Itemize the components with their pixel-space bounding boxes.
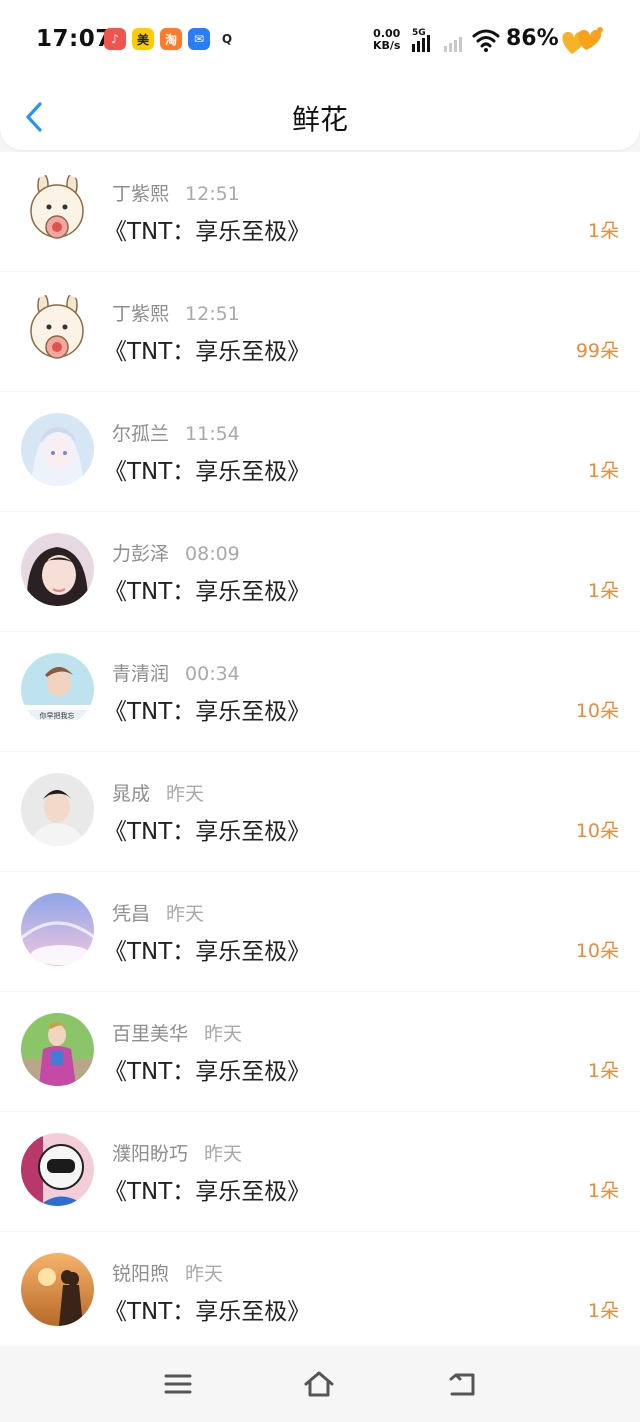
flower-count: 10朵 [575,700,619,722]
avatar[interactable] [21,413,94,486]
list-item[interactable]: 百里美华 昨天《TNT：享乐至极》 1朵 [0,992,640,1111]
flower-count: 10朵 [575,820,619,842]
status-bar: 17:07 ♪ 美淘 ✉ Q 0.00 KB/s 5G 86% [0,0,640,84]
net-speed-unit: KB/s [373,39,401,52]
list-item[interactable]: 晁成 昨天《TNT：享乐至极》 10朵 [0,752,640,871]
avatar[interactable] [21,533,94,606]
sender-name: 力彭泽 [112,543,170,565]
gift-title: 《TNT：享乐至极》 [104,819,311,845]
flower-count: 1朵 [587,580,619,602]
notification-icons: ♪ 美淘 ✉ Q [104,28,238,50]
battery-level: 86% [506,26,559,51]
sender-line: 力彭泽 08:09 [112,539,240,566]
sender-name: 百里美华 [112,1023,189,1045]
avatar[interactable] [21,1133,94,1206]
gift-title: 《TNT：享乐至极》 [104,939,311,965]
douyin-icon: ♪ [104,28,126,50]
gift-title: 《TNT：享乐至极》 [104,1179,311,1205]
sender-name: 锐阳煦 [112,1263,170,1285]
sender-line: 锐阳煦 昨天 [112,1259,223,1286]
avatar[interactable] [21,893,94,966]
sender-line: 百里美华 昨天 [112,1019,242,1046]
list-item[interactable]: 锐阳煦 昨天《TNT：享乐至极》 1朵 [0,1232,640,1351]
gift-title: 《TNT：享乐至极》 [104,339,311,365]
flower-record-list: 丁紫熙 12:51 《TNT：享乐至极》 1朵 丁紫熙 12:51 《TNT：享乐至极》 99… [0,152,640,1352]
send-time: 12:51 [185,183,240,205]
list-item[interactable]: 你早把我忘 青清润 00:34 《TNT：享乐至极》 10朵 [0,632,640,751]
send-time: 昨天 [204,1023,243,1045]
send-time: 11:54 [185,423,240,445]
list-item[interactable]: 濮阳盼巧 昨天《TNT：享乐至极》 1朵 [0,1112,640,1231]
gift-title: 《TNT：享乐至极》 [104,1299,311,1325]
signal-strength-icon [412,30,430,52]
send-time: 昨天 [185,1263,224,1285]
list-item[interactable]: 丁紫熙 12:51 《TNT：享乐至极》 1朵 [0,152,640,271]
sender-name: 丁紫熙 [112,183,170,205]
send-time: 08:09 [185,543,240,565]
taobao-icon: 淘 [160,28,182,50]
sender-line: 尔孤兰 11:54 [112,419,240,446]
system-navigation-bar [0,1346,640,1422]
gift-title: 《TNT：享乐至极》 [104,1059,311,1085]
sender-line: 丁紫熙 12:51 [112,299,240,326]
sender-name: 晁成 [112,783,151,805]
back-nav-icon[interactable] [446,1368,478,1400]
gift-title: 《TNT：享乐至极》 [104,699,311,725]
flower-count: 1朵 [587,460,619,482]
gift-title: 《TNT：享乐至极》 [104,219,311,245]
send-time: 昨天 [204,1143,243,1165]
list-item[interactable]: 尔孤兰 11:54 《TNT：享乐至极》 1朵 [0,392,640,511]
send-time: 12:51 [185,303,240,325]
status-time: 17:07 [36,26,112,52]
sender-line: 濮阳盼巧 昨天 [112,1139,242,1166]
avatar[interactable] [21,1253,94,1326]
sender-line: 丁紫熙 12:51 [112,179,240,206]
send-time: 00:34 [185,663,240,685]
sender-name: 尔孤兰 [112,423,170,445]
gift-title: 《TNT：享乐至极》 [104,459,311,485]
send-time: 昨天 [166,783,205,805]
flower-count: 1朵 [587,1060,619,1082]
signal-strength-secondary-icon [444,30,462,52]
avatar[interactable] [21,173,94,246]
qq-icon: Q [216,28,238,50]
wifi-icon [472,29,500,52]
net-speed: 0.00 KB/s [373,28,400,52]
avatar[interactable] [21,1013,94,1086]
avatar[interactable] [21,773,94,846]
gift-title: 《TNT：享乐至极》 [104,579,311,605]
meituan-icon: 美 [132,28,154,50]
sender-name: 凭昌 [112,903,151,925]
flower-count: 1朵 [587,220,619,242]
flower-count: 99朵 [575,340,619,362]
header-bar: 鲜花 [0,84,640,150]
list-item[interactable]: 丁紫熙 12:51 《TNT：享乐至极》 99朵 [0,272,640,391]
sender-line: 凭昌 昨天 [112,899,204,926]
sender-line: 青清润 00:34 [112,659,240,686]
list-item[interactable]: 力彭泽 08:09 《TNT：享乐至极》 1朵 [0,512,640,631]
heart-battery-icon [562,27,603,54]
flower-count: 1朵 [587,1180,619,1202]
avatar[interactable]: 你早把我忘 [21,653,94,726]
menu-icon[interactable] [162,1368,194,1400]
sender-name: 丁紫熙 [112,303,170,325]
avatar[interactable] [21,293,94,366]
svg-text:你早把我忘: 你早把我忘 [40,711,75,720]
list-item[interactable]: 凭昌 昨天《TNT：享乐至极》 10朵 [0,872,640,991]
mail-icon: ✉ [188,28,210,50]
flower-count: 1朵 [587,1300,619,1322]
sender-name: 濮阳盼巧 [112,1143,189,1165]
page-title: 鲜花 [291,103,348,136]
home-icon[interactable] [303,1368,335,1400]
flower-count: 10朵 [575,940,619,962]
sender-line: 晁成 昨天 [112,779,204,806]
sender-name: 青清润 [112,663,170,685]
send-time: 昨天 [166,903,205,925]
